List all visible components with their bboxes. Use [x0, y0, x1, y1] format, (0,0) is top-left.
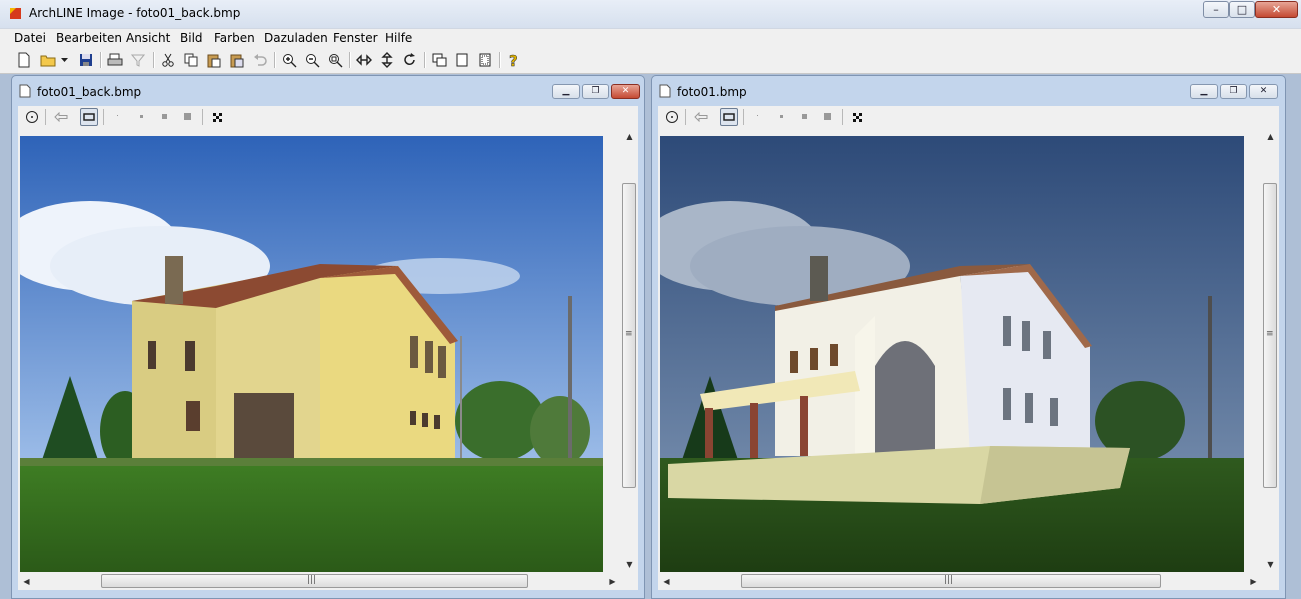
vertical-scrollbar[interactable]: ▲ ≡ ▼ [1262, 128, 1279, 573]
rectangle-select-icon[interactable] [720, 108, 738, 126]
close-button[interactable]: ✕ [1255, 1, 1298, 18]
menu-bar: Datei Bearbeiten Ansicht Bild Farben Daz… [0, 28, 1301, 48]
horizontal-scrollbar[interactable]: ◀ ||| ▶ [658, 573, 1262, 590]
vertical-scrollbar[interactable]: ▲ ≡ ▼ [621, 128, 638, 573]
menu-hilfe[interactable]: Hilfe [385, 31, 412, 45]
cut-icon[interactable] [159, 51, 177, 69]
scroll-down-icon[interactable]: ▼ [621, 556, 638, 573]
menu-datei[interactable]: Datei [14, 31, 46, 45]
scroll-thumb-vertical[interactable]: ≡ [622, 183, 636, 488]
dot-large-icon[interactable] [796, 108, 814, 126]
menu-bearbeiten[interactable]: Bearbeiten [56, 31, 122, 45]
minimize-button[interactable]: – [1203, 1, 1229, 18]
scroll-thumb-horizontal[interactable]: ||| [741, 574, 1161, 588]
child-close-button[interactable]: ✕ [611, 84, 640, 99]
checker-icon[interactable] [848, 108, 866, 126]
paste-icon[interactable] [205, 51, 223, 69]
dot-medium-icon[interactable] [133, 108, 151, 126]
scroll-up-icon[interactable]: ▲ [1262, 128, 1279, 145]
window-title: ArchLINE Image - foto01_back.bmp [29, 6, 241, 20]
photo-farmhouse[interactable] [0, 136, 603, 572]
scroll-down-icon[interactable]: ▼ [1262, 556, 1279, 573]
scroll-right-icon[interactable]: ▶ [604, 573, 621, 590]
target-icon[interactable] [23, 108, 41, 126]
menu-farben[interactable]: Farben [214, 31, 255, 45]
document-icon [659, 84, 671, 98]
image-client-area[interactable]: ▲ ≡ ▼ ◀ ||| ▶ [640, 128, 1279, 590]
child-minimize-button[interactable]: ▁ [552, 84, 580, 99]
filter-icon[interactable] [129, 51, 147, 69]
target-icon[interactable] [663, 108, 681, 126]
window-frame-icon[interactable] [476, 51, 494, 69]
image-client-area[interactable]: ▲ ≡ ▼ ◀ ||| ▶ [0, 128, 638, 590]
menu-ansicht[interactable]: Ansicht [126, 31, 170, 45]
zoom-fit-icon[interactable] [326, 51, 344, 69]
svg-text:?: ? [509, 52, 518, 68]
dropdown-icon[interactable] [60, 51, 70, 69]
save-icon[interactable] [77, 51, 95, 69]
title-bar[interactable]: ArchLINE Image - foto01_back.bmp – □ ✕ [0, 0, 1301, 28]
scroll-thumb-vertical[interactable]: ≡ [1263, 183, 1277, 488]
scroll-left-icon[interactable]: ◀ [18, 573, 35, 590]
copy-icon[interactable] [182, 51, 200, 69]
dot-small-icon[interactable] [750, 108, 768, 126]
back-arrow-icon[interactable] [692, 108, 710, 126]
scroll-thumb-horizontal[interactable]: ||| [101, 574, 528, 588]
child-title-bar[interactable]: foto01.bmp ▁ ❐ ✕ [652, 76, 1285, 106]
scroll-up-icon[interactable]: ▲ [621, 128, 638, 145]
open-icon[interactable] [40, 51, 58, 69]
main-toolbar: ? [0, 47, 1301, 74]
child-toolbar [18, 106, 638, 128]
help-icon[interactable]: ? [505, 51, 523, 69]
horizontal-scrollbar[interactable]: ◀ ||| ▶ [18, 573, 621, 590]
app-logo-icon [9, 7, 22, 20]
document-icon [19, 84, 31, 98]
dot-small-icon[interactable] [110, 108, 128, 126]
paste-special-icon[interactable] [228, 51, 246, 69]
child-restore-button[interactable]: ❐ [1220, 84, 1247, 99]
child-title-bar[interactable]: foto01_back.bmp ▁ ❐ ✕ [12, 76, 644, 106]
dot-xlarge-icon[interactable] [179, 108, 197, 126]
image-window-back[interactable]: foto01_back.bmp ▁ ❐ ✕ ▲ ≡ ▼ ◀ ||| ▶ [0, 75, 645, 599]
window-single-icon[interactable] [453, 51, 471, 69]
menu-bild[interactable]: Bild [180, 31, 203, 45]
dot-xlarge-icon[interactable] [819, 108, 837, 126]
scroll-right-icon[interactable]: ▶ [1245, 573, 1262, 590]
rotate-icon[interactable] [401, 51, 419, 69]
flip-vertical-icon[interactable] [378, 51, 396, 69]
maximize-button[interactable]: □ [1229, 1, 1255, 18]
checker-icon[interactable] [208, 108, 226, 126]
image-window-render[interactable]: foto01.bmp ▁ ❐ ✕ ▲ ≡ ▼ ◀ ||| ▶ [640, 75, 1286, 599]
child-restore-button[interactable]: ❐ [582, 84, 609, 99]
zoom-in-icon[interactable] [280, 51, 298, 69]
dot-large-icon[interactable] [156, 108, 174, 126]
flip-horizontal-icon[interactable] [355, 51, 373, 69]
rectangle-select-icon[interactable] [80, 108, 98, 126]
menu-dazuladen[interactable]: Dazuladen [264, 31, 328, 45]
child-toolbar [658, 106, 1279, 128]
menu-fenster[interactable]: Fenster [333, 31, 378, 45]
back-arrow-icon[interactable] [52, 108, 70, 126]
undo-icon[interactable] [251, 51, 269, 69]
child-caption: foto01_back.bmp [37, 85, 142, 99]
window-overlay-icon[interactable] [430, 51, 448, 69]
child-minimize-button[interactable]: ▁ [1190, 84, 1218, 99]
zoom-out-icon[interactable] [303, 51, 321, 69]
scroll-left-icon[interactable]: ◀ [658, 573, 675, 590]
print-icon[interactable] [106, 51, 124, 69]
dot-medium-icon[interactable] [773, 108, 791, 126]
child-caption: foto01.bmp [677, 85, 747, 99]
render-villa[interactable] [640, 136, 1244, 572]
child-close-button[interactable]: ✕ [1249, 84, 1278, 99]
new-icon[interactable] [15, 51, 33, 69]
